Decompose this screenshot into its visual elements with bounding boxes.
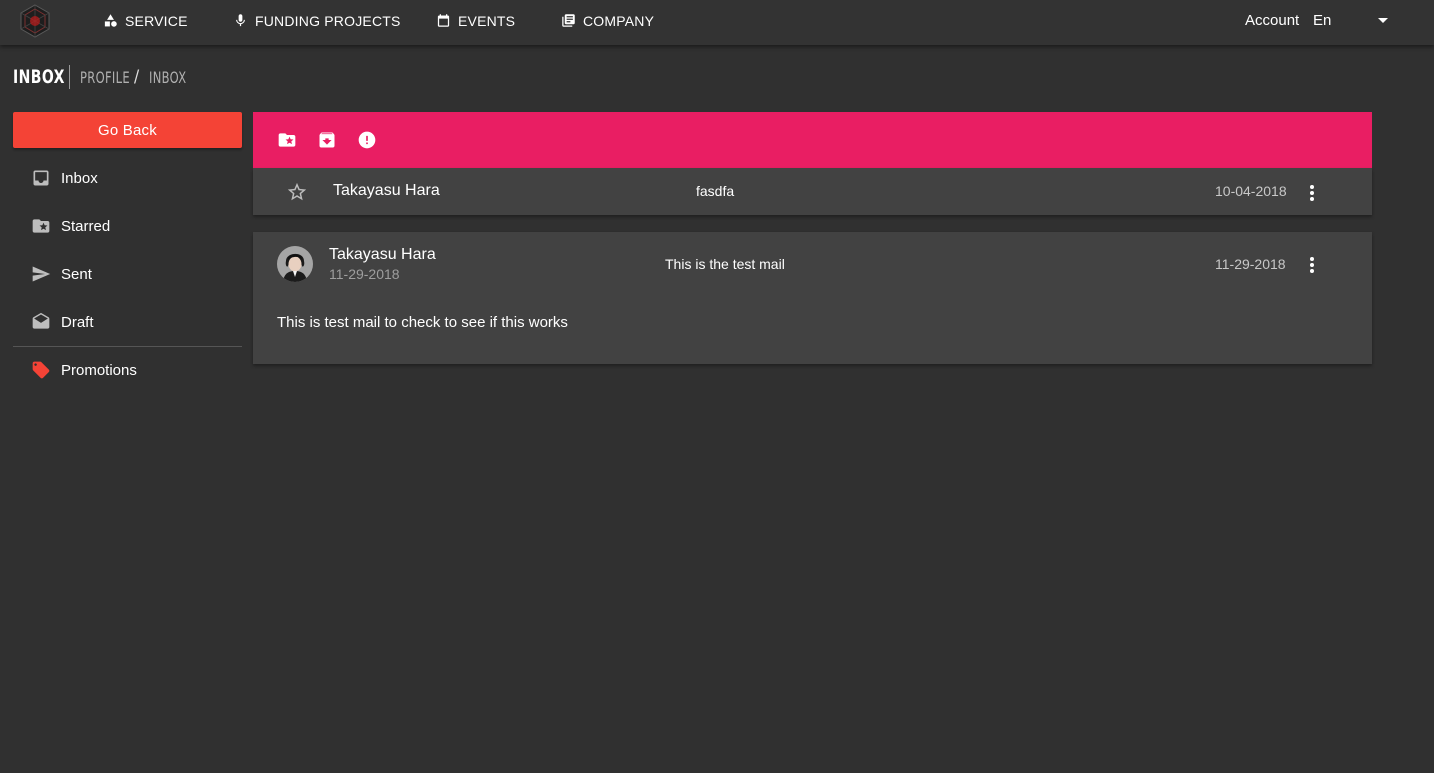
page-title: INBOX — [13, 66, 65, 88]
send-icon — [31, 264, 51, 284]
nav-service-label: SERVICE — [125, 12, 188, 29]
sidebar-item-label: Starred — [61, 217, 111, 235]
sidebar-item-sent[interactable]: Sent — [13, 250, 242, 298]
starred-folder-icon[interactable] — [277, 130, 297, 150]
language-selector[interactable]: En — [1313, 0, 1331, 41]
nav-events[interactable]: EVENTS — [436, 0, 515, 41]
tag-icon — [31, 360, 51, 380]
calendar-icon — [436, 13, 451, 28]
microphone-icon — [233, 13, 248, 28]
nav-company[interactable]: COMPANY — [561, 0, 654, 41]
mail-body: This is test mail to check to see if thi… — [277, 314, 568, 331]
breadcrumb-divider — [69, 65, 70, 89]
sidebar-item-draft[interactable]: Draft — [13, 298, 242, 346]
account-menu[interactable]: Account — [1245, 0, 1299, 41]
go-back-button[interactable]: Go Back — [13, 112, 242, 148]
sidebar-item-label: Promotions — [61, 361, 137, 379]
report-icon[interactable] — [357, 130, 377, 150]
nav-funding-projects-label: FUNDING PROJECTS — [255, 12, 401, 29]
mail-detail-card[interactable]: Takayasu Hara 11-29-2018 This is the tes… — [253, 232, 1372, 364]
star-outline-icon[interactable] — [286, 181, 308, 203]
more-vert-icon[interactable] — [1309, 184, 1315, 202]
inbox-icon — [31, 168, 51, 188]
sidebar-item-starred[interactable]: Starred — [13, 202, 242, 250]
nav-company-label: COMPANY — [583, 12, 655, 29]
archive-icon[interactable] — [317, 130, 337, 150]
breadcrumb-separator: / — [134, 67, 140, 87]
drafts-icon — [31, 312, 51, 332]
mail-folder-list: Inbox Starred Sent Draft Promotions — [13, 154, 242, 393]
breadcrumb-inbox[interactable]: INBOX — [149, 68, 186, 87]
sidebar-item-label: Inbox — [61, 169, 98, 187]
mail-subject: fasdfa — [696, 183, 735, 199]
mail-date: 11-29-2018 — [1215, 256, 1286, 272]
company-logo[interactable] — [18, 4, 52, 38]
chevron-down-icon[interactable] — [1378, 18, 1388, 23]
mail-sent-date: 11-29-2018 — [329, 266, 400, 282]
starred-folder-icon — [31, 216, 51, 236]
mail-toolbar — [253, 112, 1372, 168]
sidebar-item-promotions[interactable]: Promotions — [13, 347, 242, 393]
sidebar-item-inbox[interactable]: Inbox — [13, 154, 242, 202]
shapes-icon — [103, 13, 118, 28]
mail-sender: Takayasu Hara — [333, 182, 440, 199]
mail-subject: This is the test mail — [665, 256, 785, 272]
nav-service[interactable]: SERVICE — [103, 0, 188, 41]
more-vert-icon[interactable] — [1309, 256, 1315, 274]
mail-list-item[interactable]: Takayasu Hara fasdfa 10-04-2018 — [253, 168, 1372, 215]
breadcrumb-profile[interactable]: PROFILE — [80, 68, 130, 87]
breadcrumb: INBOX PROFILE / INBOX — [13, 64, 196, 90]
nav-funding-projects[interactable]: FUNDING PROJECTS — [233, 0, 401, 41]
sidebar-item-label: Sent — [61, 265, 92, 283]
avatar — [277, 246, 313, 282]
mail-sender: Takayasu Hara — [329, 246, 436, 263]
top-app-bar: SERVICE FUNDING PROJECTS EVENTS COMPANY … — [0, 0, 1434, 45]
nav-events-label: EVENTS — [458, 12, 516, 29]
library-books-icon — [561, 13, 576, 28]
mail-date: 10-04-2018 — [1215, 183, 1287, 199]
sidebar-item-label: Draft — [61, 313, 94, 331]
